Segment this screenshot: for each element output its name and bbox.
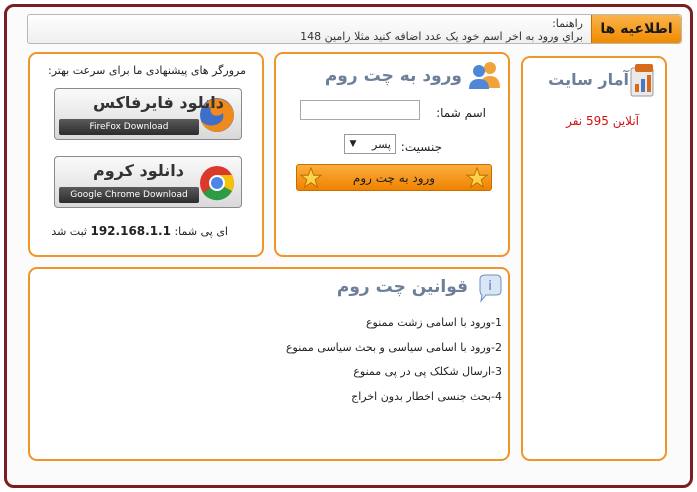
- ip-value: 192.168.1.1: [90, 224, 171, 238]
- stats-chart-icon: [630, 64, 654, 97]
- speech-bubble-icon: i: [479, 274, 502, 303]
- gender-label: جنسیت:: [400, 140, 442, 154]
- notice-bar: اطلاعیه ها راهنما: براي ورود به اخر اسم …: [27, 14, 682, 44]
- users-icon: [469, 62, 500, 89]
- name-label: اسم شما:: [436, 106, 486, 120]
- login-panel: ورود به چت روم اسم شما: جنسیت: ▼ پسر ورو…: [274, 52, 510, 257]
- chrome-title: دانلود کروم: [93, 161, 184, 180]
- rule-item: 4-بحث جنسی اخطار بدون اخراج: [351, 390, 502, 403]
- enter-chat-label: ورود به چت روم: [352, 170, 436, 185]
- notice-text: براي ورود به اخر اسم خود يک عدد اضافه کن…: [300, 30, 583, 43]
- online-count: آنلاین 595 نفر: [566, 114, 639, 128]
- ip-prefix: ای پی شما:: [174, 225, 228, 238]
- enter-chat-button[interactable]: ورود به چت روم: [296, 164, 492, 191]
- gender-value: پسر: [372, 137, 391, 151]
- star-icon: [466, 167, 488, 189]
- rule-item: 1-ورود با اسامی زشت ممنوع: [365, 316, 502, 329]
- ip-suffix: ثبت شد: [51, 225, 87, 238]
- stats-title: آمار سایت: [548, 70, 629, 89]
- chrome-icon: [200, 166, 234, 201]
- firefox-title: دانلود فایرفاکس: [93, 93, 224, 112]
- svg-text:i: i: [488, 279, 492, 294]
- chrome-download-button[interactable]: دانلود کروم Google Chrome Download: [54, 156, 242, 208]
- chrome-subtitle: Google Chrome Download: [59, 187, 199, 203]
- gender-select[interactable]: ▼ پسر: [344, 134, 396, 154]
- login-title: ورود به چت روم: [324, 66, 462, 86]
- firefox-download-button[interactable]: دانلود فایرفاکس FireFox Download: [54, 88, 242, 140]
- browser-hint: مرورگر های پیشنهادی ما برای سرعت بهتر:: [48, 64, 246, 77]
- stats-panel: آمار سایت آنلاین 595 نفر: [521, 56, 667, 461]
- name-input[interactable]: [300, 100, 420, 120]
- star-icon: [300, 167, 322, 189]
- chevron-down-icon: ▼: [349, 139, 357, 149]
- notice-label: راهنما:: [552, 17, 583, 30]
- firefox-subtitle: FireFox Download: [59, 119, 199, 135]
- rules-panel: i قوانین چت روم 1-ورود با اسامی زشت ممنو…: [28, 267, 510, 461]
- rule-item: 2-ورود با اسامی سیاسی و بحث سیاسی ممنوع: [285, 341, 502, 354]
- ip-line: ای پی شما: 192.168.1.1 ثبت شد: [51, 224, 228, 238]
- notice-tab: اطلاعیه ها: [591, 15, 681, 43]
- rules-title: قوانین چت روم: [336, 277, 468, 297]
- rule-item: 3-ارسال شکلک پی در پی ممنوع: [353, 365, 502, 378]
- browsers-panel: مرورگر های پیشنهادی ما برای سرعت بهتر: د…: [28, 52, 264, 257]
